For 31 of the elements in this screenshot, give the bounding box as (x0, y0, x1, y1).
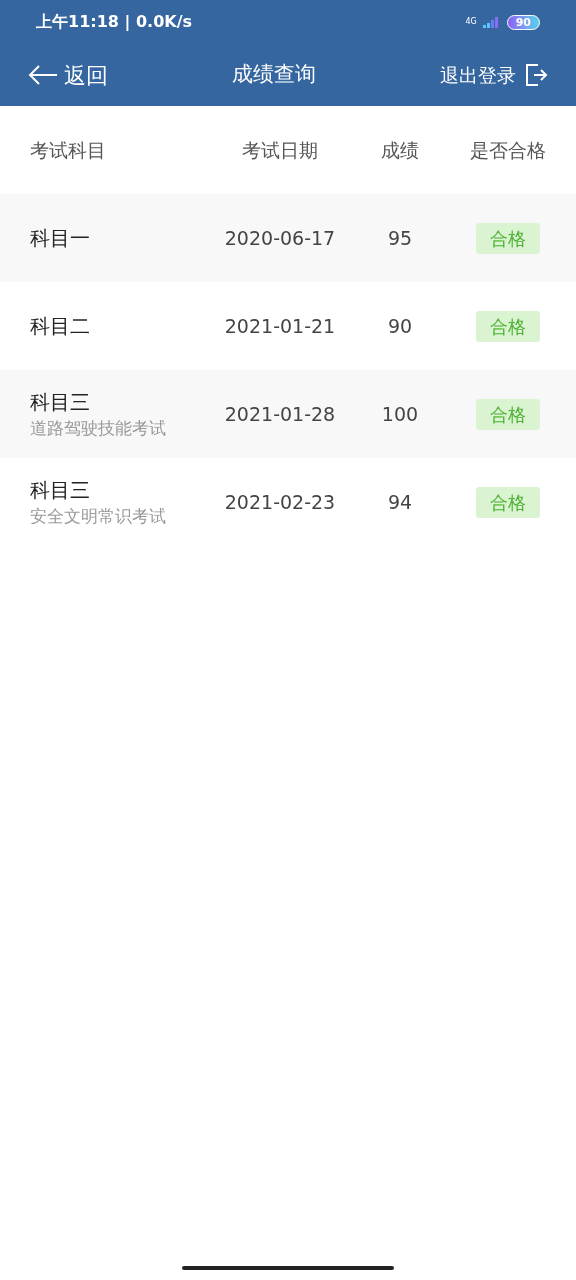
network-label: 4G (465, 18, 477, 26)
score-cell-text: 95 (387, 225, 413, 251)
signal-icon (482, 16, 501, 28)
score-cell-text: 94 (387, 489, 413, 515)
column-header: 成绩 (381, 137, 419, 163)
subject-name: 科目二 (30, 313, 91, 340)
subject-note: 道路驾驶技能考试 (30, 417, 167, 440)
back-arrow-icon (28, 65, 58, 85)
date-cell-text: 2021-01-28 (224, 401, 336, 427)
result-badge: 合格 (476, 310, 540, 342)
back-button[interactable]: 返回 (28, 58, 108, 92)
column-header: 考试科目 (29, 137, 106, 163)
result-badge: 合格 (476, 222, 540, 254)
column-header: 是否合格 (470, 137, 546, 163)
subject-name: 科目一 (30, 225, 91, 252)
date-cell-text: 2021-01-21 (224, 313, 336, 339)
column-header: 考试日期 (242, 137, 318, 163)
score-cell-text: 100 (381, 401, 419, 427)
battery-indicator: 90 (506, 14, 540, 30)
date-cell-text: 2021-02-23 (224, 489, 336, 515)
subject-name: 科目三 (30, 477, 91, 504)
score-cell-text: 90 (387, 313, 413, 339)
result-badge: 合格 (476, 486, 540, 518)
status-time: 上午11:18 | 0.0K/s (36, 11, 193, 33)
page-title: 成绩查询 (232, 61, 316, 89)
logout-button[interactable]: 退出登录 (440, 60, 548, 90)
date-cell-text: 2020-06-17 (224, 225, 336, 251)
logout-icon (524, 63, 548, 87)
result-badge: 合格 (476, 398, 540, 430)
subject-name: 科目三 (30, 389, 91, 416)
subject-note: 安全文明常识考试 (30, 505, 167, 528)
